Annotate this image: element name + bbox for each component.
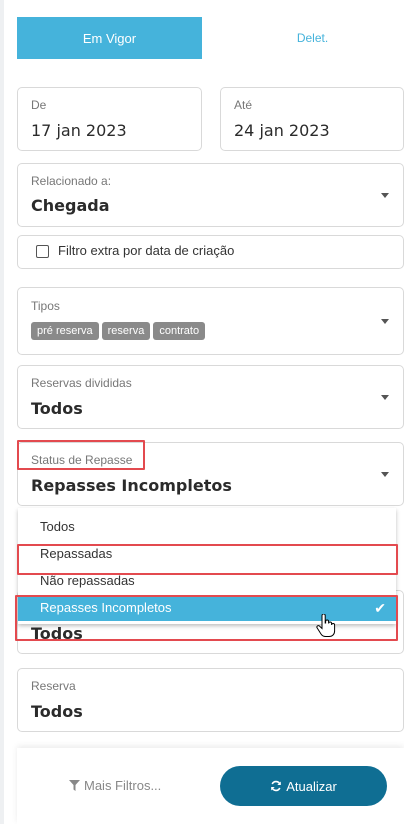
footer-bar: Mais Filtros... Atualizar — [17, 748, 404, 824]
refresh-button[interactable]: Atualizar — [220, 766, 387, 806]
tab-em-vigor[interactable]: Em Vigor — [17, 17, 202, 59]
chevron-down-icon — [381, 319, 389, 324]
reserva-value: Todos — [31, 702, 83, 721]
chip-contrato[interactable]: contrato — [153, 322, 206, 340]
split-value: Todos — [31, 399, 83, 418]
date-from-field[interactable]: De 17 jan 2023 — [17, 87, 202, 151]
option-todos[interactable]: Todos — [18, 514, 396, 540]
date-to-label: Até — [234, 98, 253, 112]
split-select[interactable]: Reservas divididas Todos — [17, 365, 404, 429]
repasse-select[interactable]: Status de Repasse Repasses Incompletos — [17, 442, 404, 506]
page-edge — [0, 0, 4, 824]
refresh-icon — [271, 780, 282, 792]
check-icon: ✔ — [374, 600, 386, 616]
extra-filter-label: Filtro extra por data de criação — [58, 243, 235, 258]
refresh-label: Atualizar — [286, 778, 337, 794]
chevron-down-icon — [381, 395, 389, 400]
chevron-down-icon — [381, 193, 389, 198]
related-label: Relacionado a: — [31, 174, 112, 188]
option-repasses-incompletos[interactable]: Repasses Incompletos ✔ — [18, 595, 396, 621]
more-filters-button[interactable]: Mais Filtros... — [69, 778, 161, 793]
date-to-value: 24 jan 2023 — [234, 121, 330, 140]
extra-filter-row[interactable]: Filtro extra por data de criação — [17, 235, 404, 269]
types-label: Tipos — [31, 299, 60, 313]
option-repasses-incompletos-label: Repasses Incompletos — [40, 600, 172, 615]
split-label: Reservas divididas — [31, 376, 132, 390]
extra-filter-checkbox[interactable] — [36, 245, 49, 258]
chip-pre-reserva[interactable]: pré reserva — [31, 322, 99, 340]
types-chips: pré reserva reserva contrato — [31, 321, 208, 340]
reserva-label: Reserva — [31, 679, 76, 693]
repasse-value: Repasses Incompletos — [31, 476, 232, 495]
filter-icon — [69, 780, 80, 791]
repasse-label: Status de Repasse — [31, 453, 133, 467]
hidden-select-value: Todos — [31, 624, 83, 643]
types-select[interactable]: Tipos pré reserva reserva contrato — [17, 287, 404, 355]
hand-cursor-icon — [316, 614, 336, 637]
chevron-down-icon — [381, 472, 389, 477]
date-to-field[interactable]: Até 24 jan 2023 — [220, 87, 404, 151]
related-value: Chegada — [31, 196, 110, 215]
chip-reserva[interactable]: reserva — [101, 322, 151, 340]
reserva-select[interactable]: Reserva Todos — [17, 668, 404, 732]
repasse-dropdown: Todos Repassadas Não repassadas Repasses… — [18, 508, 396, 624]
date-from-label: De — [31, 98, 47, 112]
tab-deleted[interactable]: Delet. — [220, 17, 404, 59]
related-select[interactable]: Relacionado a: Chegada — [17, 163, 404, 227]
option-nao-repassadas[interactable]: Não repassadas — [18, 568, 396, 594]
option-repassadas[interactable]: Repassadas — [18, 541, 396, 567]
date-from-value: 17 jan 2023 — [31, 121, 127, 140]
more-filters-label: Mais Filtros... — [84, 778, 162, 793]
